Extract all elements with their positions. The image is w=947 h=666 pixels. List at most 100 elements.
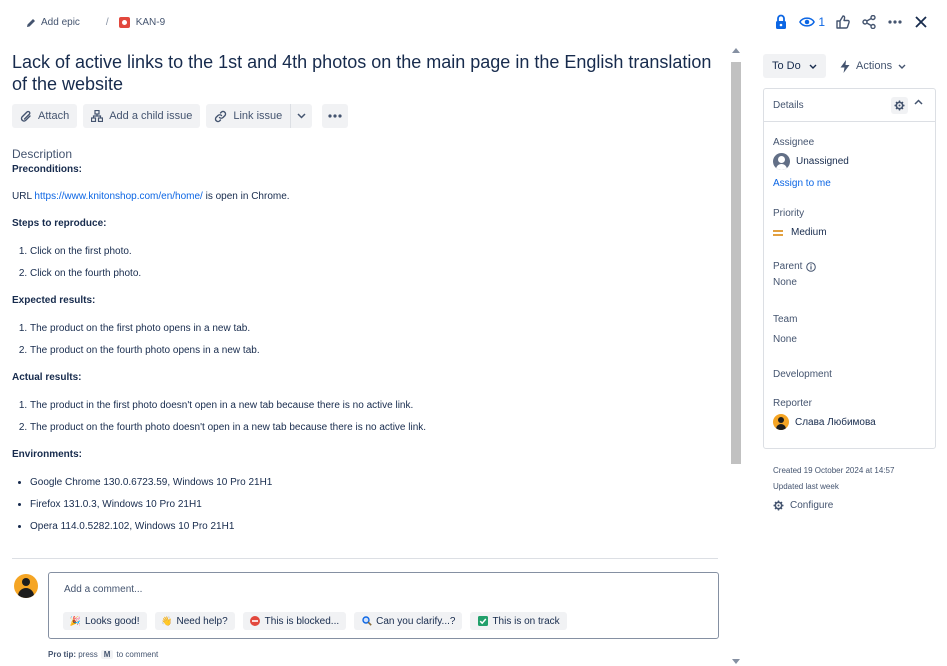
add-child-label: Add a child issue	[109, 110, 193, 122]
list-item: The product on the first photo opens in …	[30, 322, 722, 336]
assignee-value: Unassigned	[796, 156, 849, 167]
comment-input[interactable]: Add a comment... 🎉 Looks good! 👋 Need help…	[48, 572, 719, 639]
updated-timestamp: Updated last week	[773, 482, 839, 491]
close-icon[interactable]	[913, 14, 929, 30]
details-header[interactable]: Details	[764, 89, 935, 122]
list-item: The product in the first photo doesn't o…	[30, 399, 722, 413]
parent-label-row: Parent	[773, 261, 817, 272]
issue-key-link[interactable]: KAN-9	[136, 17, 165, 28]
priority-value: Medium	[791, 227, 827, 238]
scrollbar-thumb[interactable]	[731, 62, 741, 464]
development-label: Development	[773, 369, 832, 380]
more-toolbar-button[interactable]	[322, 104, 349, 128]
attach-label: Attach	[38, 110, 70, 122]
priority-label: Priority	[773, 208, 805, 219]
pro-tip-press: press	[78, 650, 98, 659]
parent-label: Parent	[773, 261, 803, 272]
preconditions-heading: Preconditions:	[12, 164, 83, 175]
parent-value[interactable]: None	[773, 277, 797, 288]
add-child-issue-button[interactable]: Add a child issue	[83, 104, 201, 128]
quick-reply-need-help[interactable]: 👋 Need help?	[154, 612, 235, 630]
issue-title[interactable]: Lack of active links to the 1st and 4th …	[12, 51, 724, 95]
avatar	[14, 574, 38, 598]
lock-icon[interactable]	[773, 14, 789, 30]
quick-reply-on-track[interactable]: This is on track	[470, 612, 567, 630]
magnifier-icon	[361, 616, 372, 627]
list-item: Click on the fourth photo.	[30, 267, 722, 281]
environments-heading: Environments:	[12, 449, 83, 460]
reporter-label: Reporter	[773, 398, 812, 409]
scroll-up-arrow[interactable]	[732, 48, 740, 53]
pro-tip-suffix: to comment	[116, 650, 159, 659]
steps-heading: Steps to reproduce:	[12, 218, 107, 229]
chevron-up-icon[interactable]	[914, 99, 923, 105]
quick-replies: 🎉 Looks good! 👋 Need help? This is blocked…	[63, 612, 567, 630]
status-label: To Do	[772, 60, 801, 72]
pro-tip-key: M	[100, 650, 114, 659]
configure-button[interactable]: Configure	[773, 500, 833, 511]
link-issue-label: Link issue	[233, 110, 283, 122]
breadcrumb-separator: /	[105, 17, 109, 28]
list-item: The product on the fourth photo opens in…	[30, 344, 722, 358]
chip-label: Can you clarify...?	[376, 615, 456, 627]
quick-reply-looks-good[interactable]: 🎉 Looks good!	[63, 612, 147, 630]
more-icon	[328, 114, 342, 118]
chevron-down-icon	[809, 64, 817, 69]
wave-hand-icon: 👋	[161, 615, 173, 626]
comment-placeholder: Add a comment...	[64, 584, 143, 595]
list-item: Opera 114.0.5282.102, Windows 10 Pro 21H…	[30, 520, 722, 534]
add-epic-link[interactable]: Add epic	[41, 17, 80, 28]
link-issue-button[interactable]: Link issue	[206, 104, 291, 128]
gear-icon	[773, 500, 784, 511]
actions-dropdown[interactable]: Actions	[840, 54, 906, 78]
priority-field[interactable]: Medium	[773, 227, 827, 238]
actual-heading: Actual results:	[12, 372, 82, 383]
reporter-field[interactable]: Слава Любимова	[773, 414, 876, 430]
hierarchy-icon	[91, 110, 104, 122]
precondition-line: URL https://www.knitonshop.com/en/home/ …	[12, 190, 722, 204]
chevron-down-icon	[297, 113, 306, 119]
chip-label: Need help?	[176, 615, 228, 627]
configure-label: Configure	[790, 500, 834, 511]
list-item: Google Chrome 130.0.6723.59, Windows 10 …	[30, 476, 722, 490]
issue-toolbar: Attach Add a child issue Link issue	[12, 104, 349, 128]
quick-reply-clarify[interactable]: Can you clarify...?	[354, 612, 463, 630]
paperclip-icon	[20, 110, 31, 122]
details-title: Details	[773, 100, 804, 111]
divider	[12, 558, 718, 559]
quick-reply-blocked[interactable]: This is blocked...	[242, 612, 347, 630]
team-value[interactable]: None	[773, 334, 797, 345]
url-link[interactable]: https://www.knitonshop.com/en/home/	[34, 191, 202, 202]
list-item: The product on the fourth photo doesn't …	[30, 421, 722, 435]
expected-heading: Expected results:	[12, 295, 96, 306]
no-entry-icon	[250, 616, 261, 627]
assign-to-me-link[interactable]: Assign to me	[773, 178, 831, 189]
info-icon[interactable]	[806, 261, 817, 272]
assignee-field[interactable]: Unassigned	[773, 153, 849, 170]
pro-tip: Pro tip: press Mto comment	[48, 650, 158, 659]
attach-button[interactable]: Attach	[12, 104, 78, 128]
scroll-down-arrow[interactable]	[732, 659, 740, 664]
url-prefix: URL	[12, 191, 32, 202]
thumbs-up-icon[interactable]	[835, 14, 851, 30]
chevron-down-icon	[898, 64, 906, 69]
steps-list: Click on the first photo. Click on the f…	[12, 245, 722, 281]
link-icon	[215, 110, 227, 122]
unassigned-avatar-icon	[773, 153, 790, 170]
description-content[interactable]: Preconditions: URL https://www.knitonsho…	[12, 163, 722, 534]
party-icon: 🎉	[69, 615, 82, 626]
bug-icon	[118, 17, 130, 28]
environments-list: Google Chrome 130.0.6723.59, Windows 10 …	[12, 476, 722, 534]
reporter-value: Слава Любимова	[795, 416, 876, 428]
link-issue-dropdown[interactable]	[290, 104, 313, 128]
actual-list: The product in the first photo doesn't o…	[12, 399, 722, 435]
lightning-icon	[840, 59, 850, 73]
chip-label: Looks good!	[85, 615, 140, 627]
status-dropdown[interactable]: To Do	[763, 54, 826, 78]
more-options-icon[interactable]	[887, 14, 903, 30]
gear-icon[interactable]	[891, 97, 908, 114]
link-issue-group: Link issue	[206, 104, 313, 128]
avatar	[773, 414, 789, 430]
eye-icon[interactable]	[799, 14, 816, 30]
share-icon[interactable]	[861, 14, 877, 30]
